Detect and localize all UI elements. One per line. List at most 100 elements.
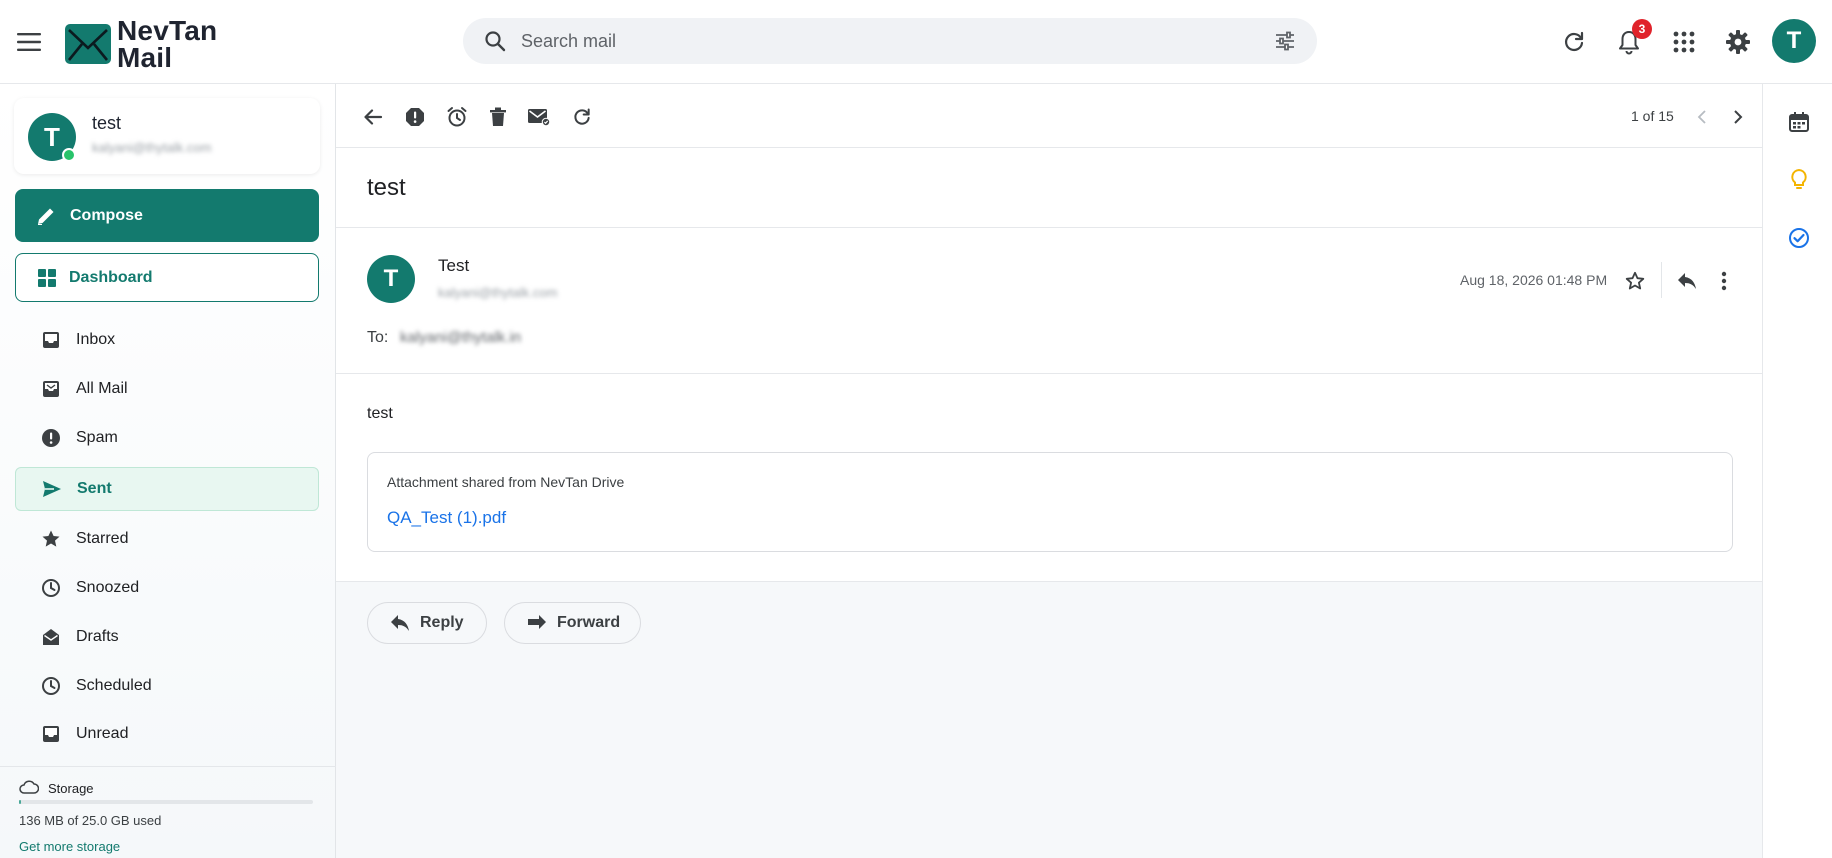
reply-icon	[1678, 273, 1696, 289]
pencil-icon	[38, 208, 54, 225]
storage-title: Storage	[48, 781, 94, 796]
envelope-logo-icon	[65, 24, 111, 64]
sidebar-item-label: Spam	[76, 429, 118, 446]
search-options-icon[interactable]	[1273, 29, 1297, 53]
chevron-left-icon	[1697, 110, 1706, 124]
sidebar-item-starred[interactable]: Starred	[15, 517, 319, 561]
sidebar-item-drafts[interactable]: Drafts	[15, 615, 319, 659]
sidebar-item-scheduled[interactable]: Scheduled	[15, 664, 319, 708]
previous-message-button[interactable]	[1690, 104, 1716, 130]
refresh-icon	[574, 108, 590, 125]
forward-action-button[interactable]: Forward	[504, 602, 641, 644]
calendar-button[interactable]	[1787, 110, 1811, 134]
storage-used-text: 136 MB of 25.0 GB used	[19, 813, 162, 828]
reply-icon	[391, 615, 409, 631]
search-input[interactable]	[521, 30, 1221, 52]
apps-button[interactable]	[1668, 26, 1700, 58]
more-vertical-icon	[1721, 271, 1727, 291]
account-avatar[interactable]: T	[1772, 19, 1816, 63]
settings-button[interactable]	[1722, 26, 1754, 58]
reply-button[interactable]	[1674, 268, 1700, 294]
main-menu-button[interactable]	[14, 28, 44, 56]
snooze-button[interactable]	[444, 104, 470, 130]
message-date: Aug 18, 2026 01:48 PM	[1460, 272, 1608, 288]
sidebar-item-spam[interactable]: Spam	[15, 416, 319, 460]
delete-button[interactable]	[485, 104, 511, 130]
top-bar: NevTan Mail 3 T	[0, 0, 1832, 84]
search-icon[interactable]	[483, 29, 507, 53]
report-spam-button[interactable]	[402, 104, 428, 130]
refresh-message-button[interactable]	[569, 104, 595, 130]
user-card[interactable]: T test kalyani@thytalk.com	[14, 98, 320, 174]
sidebar-item-label: All Mail	[76, 380, 128, 397]
reply-label: Reply	[420, 614, 464, 631]
more-options-button[interactable]	[1711, 268, 1737, 294]
compose-label: Compose	[70, 206, 143, 224]
side-panel	[1762, 84, 1832, 858]
back-button[interactable]	[360, 104, 386, 130]
mark-unread-button[interactable]	[526, 104, 552, 130]
message-body: test Attachment shared from NevTan Drive…	[336, 374, 1762, 582]
star-button[interactable]	[1622, 268, 1648, 294]
attachment-card: Attachment shared from NevTan Drive QA_T…	[367, 452, 1733, 552]
drafts-icon	[40, 626, 62, 648]
trash-icon	[490, 107, 506, 126]
message-subject: test	[367, 174, 406, 201]
dashboard-button[interactable]: Dashboard	[15, 253, 319, 302]
message-body-text: test	[367, 405, 393, 422]
clock-icon	[40, 577, 62, 599]
clock-icon	[40, 675, 62, 697]
subject-row: test	[336, 148, 1762, 228]
message-view: 1 of 15 test T Test kalyani@thytalk.com …	[336, 84, 1762, 858]
all-mail-icon	[40, 378, 62, 400]
user-email: kalyani@thytalk.com	[92, 140, 212, 155]
sidebar: T test kalyani@thytalk.com Compose Dashb…	[0, 84, 336, 858]
compose-button[interactable]: Compose	[15, 189, 319, 242]
app-title-line1: NevTan	[117, 15, 218, 46]
recipient-email: kalyani@thytalk.in	[400, 329, 522, 346]
refresh-icon	[1564, 31, 1584, 52]
message-header: T Test kalyani@thytalk.com To: kalyani@t…	[336, 228, 1762, 374]
search-bar	[463, 18, 1317, 64]
sidebar-item-label: Unread	[76, 725, 129, 742]
reply-action-button[interactable]: Reply	[367, 602, 487, 644]
gear-icon	[1726, 30, 1750, 54]
sidebar-item-sent[interactable]: Sent	[15, 467, 319, 511]
sidebar-item-all-mail[interactable]: All Mail	[15, 367, 319, 411]
storage-divider	[0, 766, 336, 767]
chevron-right-icon	[1734, 110, 1743, 124]
header-divider	[1661, 262, 1662, 298]
message-actions: Reply Forward	[336, 582, 1762, 858]
app-title-line2: Mail	[117, 42, 173, 73]
message-toolbar: 1 of 15	[336, 84, 1762, 148]
sender-email: kalyani@thytalk.com	[438, 285, 558, 300]
sidebar-item-unread[interactable]: Unread	[15, 712, 319, 756]
calendar-icon	[1789, 112, 1809, 132]
get-more-storage-link[interactable]: Get more storage	[19, 839, 120, 854]
app-title: NevTan Mail	[117, 15, 218, 73]
arrow-back-icon	[364, 109, 383, 125]
sender-avatar: T	[367, 255, 415, 303]
sidebar-item-label: Scheduled	[76, 677, 152, 694]
notification-count-badge: 3	[1632, 19, 1652, 39]
next-message-button[interactable]	[1724, 104, 1750, 130]
user-name: test	[92, 113, 122, 133]
sender-name: Test	[438, 256, 470, 275]
storage-progress-bar	[19, 800, 313, 804]
attachment-title: Attachment shared from NevTan Drive	[387, 474, 625, 490]
dashboard-grid-icon	[38, 268, 56, 287]
alarm-clock-icon	[447, 107, 467, 127]
attachment-link[interactable]: QA_Test (1).pdf	[387, 508, 506, 528]
sidebar-item-snoozed[interactable]: Snoozed	[15, 566, 319, 610]
online-status-dot	[62, 148, 76, 162]
app-logo[interactable]: NevTan Mail	[65, 15, 218, 73]
spam-icon	[40, 427, 62, 449]
refresh-button[interactable]	[1558, 26, 1590, 58]
send-icon	[41, 478, 63, 500]
tasks-button[interactable]	[1787, 226, 1811, 250]
star-outline-icon	[1625, 271, 1645, 290]
pagination-label: 1 of 15	[1631, 108, 1674, 124]
keep-button[interactable]	[1787, 168, 1811, 192]
lightbulb-icon	[1791, 168, 1807, 189]
sidebar-item-inbox[interactable]: Inbox	[15, 318, 319, 362]
